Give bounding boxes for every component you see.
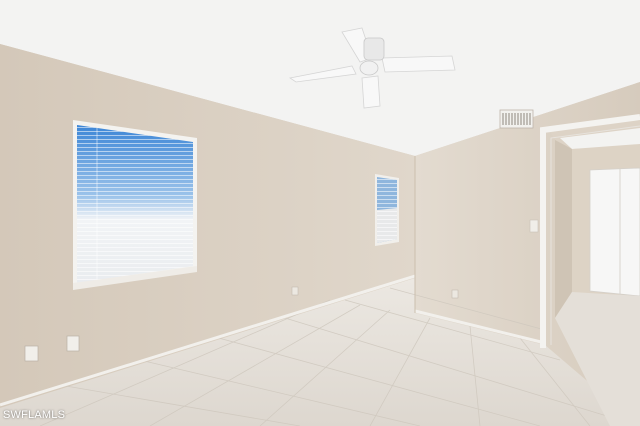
far-window — [375, 174, 399, 246]
light-switch — [529, 219, 539, 233]
room-photo: SWFLAMLS — [0, 0, 640, 426]
air-vent — [499, 109, 534, 129]
room-illustration — [0, 0, 640, 426]
left-window — [73, 120, 197, 290]
closet-door — [589, 167, 640, 297]
watermark-text: SWFLAMLS — [3, 409, 66, 421]
